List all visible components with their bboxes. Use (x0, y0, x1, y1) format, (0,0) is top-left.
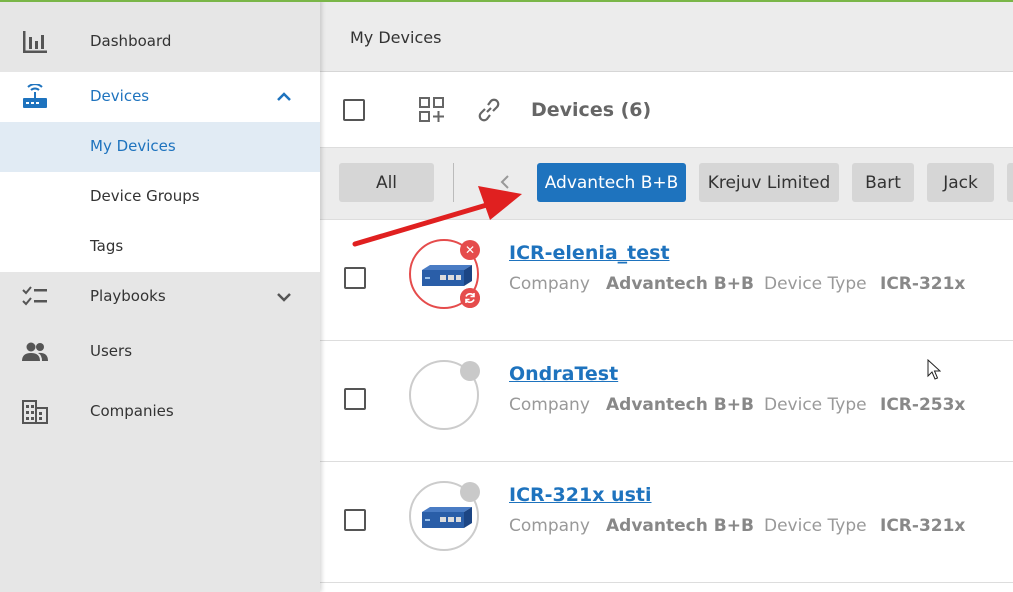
row-checkbox[interactable] (344, 267, 366, 289)
top-accent-line (0, 0, 1013, 2)
row-checkbox[interactable] (344, 388, 366, 410)
sidebar-item-my-devices[interactable]: My Devices (0, 122, 320, 172)
filter-chip-partial[interactable] (1007, 163, 1013, 202)
device-avatar: ✕ (409, 239, 480, 309)
sidebar-item-dashboard[interactable]: Dashboard (0, 14, 320, 70)
sidebar-item-label: Dashboard (90, 32, 172, 50)
status-dot-icon (460, 361, 480, 381)
sidebar-item-label: Device Groups (90, 187, 200, 205)
filter-chip-bart[interactable]: Bart (852, 163, 914, 202)
device-row[interactable]: OndraTest Company Advantech B+B Device T… (320, 341, 1013, 462)
select-all-checkbox[interactable] (343, 99, 365, 121)
filter-chip-jack[interactable]: Jack (927, 163, 994, 202)
sidebar-item-label: Playbooks (90, 287, 166, 305)
company-value: Advantech B+B (606, 274, 754, 294)
device-type-label: Device Type (764, 395, 867, 415)
device-type-label: Device Type (764, 274, 867, 294)
device-count-label: Devices (6) (531, 99, 652, 121)
checklist-icon (22, 286, 47, 306)
router-device-image (422, 265, 472, 286)
building-icon (22, 400, 48, 424)
grid-add-icon[interactable] (418, 96, 446, 124)
sync-badge-icon (460, 288, 480, 308)
router-device-image (422, 507, 472, 528)
chevron-down-icon[interactable] (275, 288, 293, 306)
toolbar: Devices (6) (320, 72, 1013, 148)
page-title: My Devices (350, 28, 442, 47)
page-header: My Devices (320, 2, 1013, 72)
router-icon (23, 84, 47, 108)
device-type-value: ICR-253x (880, 395, 966, 415)
sidebar-item-label: Companies (90, 402, 174, 420)
chevron-up-icon[interactable] (275, 88, 293, 106)
status-dot-icon (460, 482, 480, 502)
sidebar-item-device-groups[interactable]: Device Groups (0, 172, 320, 222)
divider (453, 163, 454, 202)
link-icon[interactable] (475, 96, 503, 124)
company-value: Advantech B+B (606, 395, 754, 415)
sidebar-item-label: Users (90, 342, 133, 360)
sidebar-item-label: My Devices (90, 137, 176, 155)
device-name-link[interactable]: OndraTest (509, 363, 618, 385)
sidebar-item-tags[interactable]: Tags (0, 222, 320, 272)
company-label: Company (509, 516, 590, 536)
device-name-link[interactable]: ICR-321x usti (509, 484, 652, 506)
row-checkbox[interactable] (344, 509, 366, 531)
device-type-value: ICR-321x (880, 516, 966, 536)
device-type-value: ICR-321x (880, 274, 966, 294)
device-row[interactable]: ✕ ICR-elenia_test Company Advantech B+B … (320, 220, 1013, 341)
company-label: Company (509, 274, 590, 294)
users-icon (22, 342, 48, 361)
device-avatar (409, 360, 480, 430)
mouse-cursor-icon (927, 359, 941, 380)
sidebar-item-devices[interactable]: Devices (0, 72, 320, 122)
error-badge-icon: ✕ (460, 240, 480, 260)
sidebar-item-companies[interactable]: Companies (0, 387, 320, 437)
device-row[interactable]: ICR-321x usti Company Advantech B+B Devi… (320, 462, 1013, 583)
filter-chip-advantech[interactable]: Advantech B+B (537, 163, 686, 202)
device-name-link[interactable]: ICR-elenia_test (509, 242, 670, 264)
chevron-left-icon[interactable] (495, 172, 515, 192)
device-type-label: Device Type (764, 516, 867, 536)
company-label: Company (509, 395, 590, 415)
filter-chip-krejuv[interactable]: Krejuv Limited (699, 163, 839, 202)
sidebar-item-label: Devices (90, 87, 150, 105)
bar-chart-icon (23, 31, 47, 53)
company-value: Advantech B+B (606, 516, 754, 536)
sidebar: Dashboard Devices My Devices Device Grou… (0, 0, 320, 592)
device-avatar (409, 481, 480, 551)
company-filter-bar: All Advantech B+B Krejuv Limited Bart Ja… (320, 148, 1013, 220)
sidebar-item-label: Tags (90, 237, 124, 255)
sidebar-item-users[interactable]: Users (0, 327, 320, 377)
sidebar-item-playbooks[interactable]: Playbooks (0, 272, 320, 322)
filter-all-button[interactable]: All (339, 163, 434, 202)
